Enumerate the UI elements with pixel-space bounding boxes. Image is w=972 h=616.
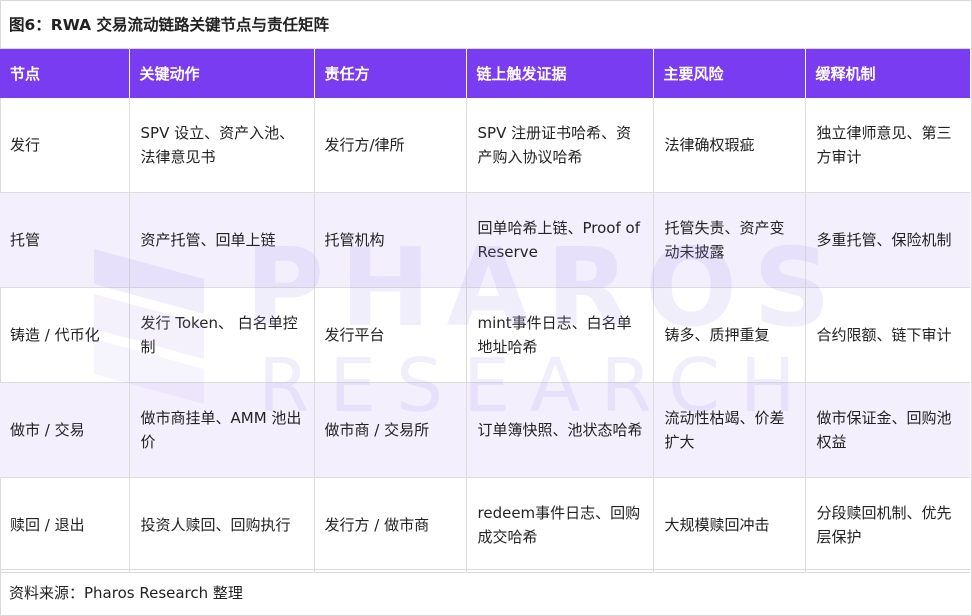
cell-mitigation: 独立律师意见、第三方审计 <box>805 98 970 193</box>
cell-main-risk: 大规模赎回冲击 <box>653 477 806 573</box>
cell-key-action: 投资人赎回、回购执行 <box>129 477 315 573</box>
cell-responsible-party: 做市商 / 交易所 <box>314 382 467 478</box>
cell-responsible-party: 发行方 / 做市商 <box>314 477 467 573</box>
cell-responsible-party: 发行平台 <box>314 287 467 383</box>
table-row: 赎回 / 退出 投资人赎回、回购执行 发行方 / 做市商 redeem事件日志、… <box>0 477 970 573</box>
cell-node: 铸造 / 代币化 <box>0 287 130 383</box>
cell-main-risk: 法律确权瑕疵 <box>653 98 806 193</box>
responsibility-matrix-table: 节点 关键动作 责任方 链上触发证据 主要风险 缓释机制 发行 SPV 设立、资… <box>0 49 970 573</box>
figure-title: 图6：RWA 交易流动链路关键节点与责任矩阵 <box>0 0 970 49</box>
header-key-action: 关键动作 <box>129 49 315 98</box>
cell-node: 赎回 / 退出 <box>0 477 130 573</box>
cell-onchain-evidence: SPV 注册证书哈希、资产购入协议哈希 <box>466 98 654 193</box>
cell-key-action: 做市商挂单、AMM 池出价 <box>129 382 315 478</box>
header-onchain-evidence: 链上触发证据 <box>466 49 654 98</box>
header-node: 节点 <box>0 49 130 98</box>
cell-main-risk: 流动性枯竭、价差扩大 <box>653 382 806 478</box>
cell-mitigation: 合约限额、链下审计 <box>805 287 970 383</box>
table-header-row: 节点 关键动作 责任方 链上触发证据 主要风险 缓释机制 <box>0 49 970 98</box>
table-row: 铸造 / 代币化 发行 Token、 白名单控制 发行平台 mint事件日志、白… <box>0 287 970 383</box>
header-mitigation: 缓释机制 <box>805 49 970 98</box>
header-main-risk: 主要风险 <box>653 49 806 98</box>
table-row: 做市 / 交易 做市商挂单、AMM 池出价 做市商 / 交易所 订单簿快照、池状… <box>0 382 970 478</box>
cell-onchain-evidence: 订单簿快照、池状态哈希 <box>466 382 654 478</box>
cell-mitigation: 做市保证金、回购池权益 <box>805 382 970 478</box>
cell-node: 做市 / 交易 <box>0 382 130 478</box>
cell-responsible-party: 托管机构 <box>314 192 467 288</box>
cell-key-action: 资产托管、回单上链 <box>129 192 315 288</box>
cell-responsible-party: 发行方/律所 <box>314 98 467 193</box>
cell-onchain-evidence: redeem事件日志、回购成交哈希 <box>466 477 654 573</box>
figure-source: 资料来源：Pharos Research 整理 <box>0 569 970 614</box>
header-responsible-party: 责任方 <box>314 49 467 98</box>
cell-main-risk: 铸多、质押重复 <box>653 287 806 383</box>
cell-mitigation: 分段赎回机制、优先层保护 <box>805 477 970 573</box>
cell-onchain-evidence: mint事件日志、白名单地址哈希 <box>466 287 654 383</box>
cell-node: 托管 <box>0 192 130 288</box>
cell-key-action: SPV 设立、资产入池、法律意见书 <box>129 98 315 193</box>
table-row: 托管 资产托管、回单上链 托管机构 回单哈希上链、Proof of Reserv… <box>0 192 970 288</box>
cell-key-action: 发行 Token、 白名单控制 <box>129 287 315 383</box>
cell-onchain-evidence: 回单哈希上链、Proof of Reserve <box>466 192 654 288</box>
cell-main-risk: 托管失责、资产变动未披露 <box>653 192 806 288</box>
table-row: 发行 SPV 设立、资产入池、法律意见书 发行方/律所 SPV 注册证书哈希、资… <box>0 98 970 193</box>
cell-node: 发行 <box>0 98 130 193</box>
cell-mitigation: 多重托管、保险机制 <box>805 192 970 288</box>
